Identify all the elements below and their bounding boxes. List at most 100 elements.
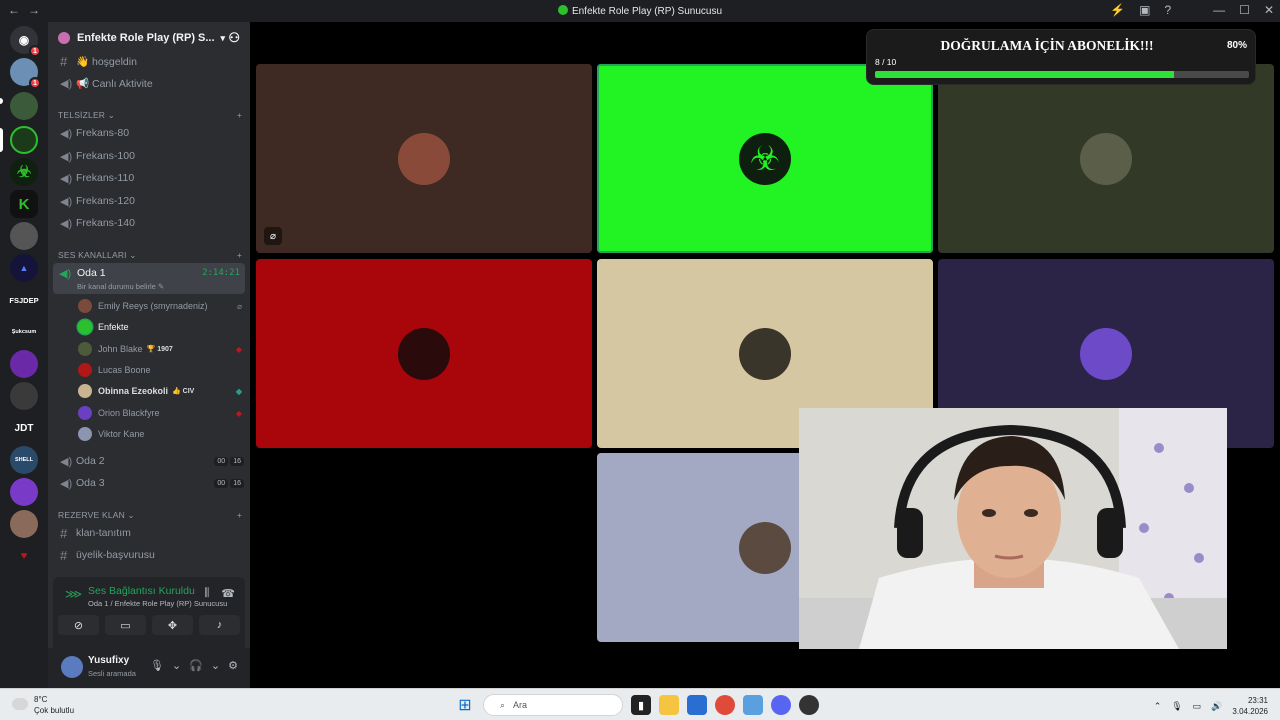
discord-taskbar-icon[interactable] — [771, 695, 791, 715]
temperature: 8°C — [34, 695, 48, 704]
settings-gear-icon[interactable]: ⚙ — [228, 659, 238, 672]
biohazard-server-icon[interactable]: ☣ — [10, 158, 38, 186]
speaker-icon: ◀) — [60, 195, 73, 208]
voice-member[interactable]: Orion Blackfyre ◆ — [78, 403, 242, 423]
app-icon[interactable] — [799, 695, 819, 715]
voice-member[interactable]: Emily Reeys (smyrnadeniz) ⌀ — [78, 296, 242, 316]
inbox-icon[interactable]: ▣ — [1139, 3, 1150, 17]
channel-frekans[interactable]: ◀) Frekans-110 — [54, 168, 244, 188]
voice-member[interactable]: Viktor Kane — [78, 424, 242, 444]
category-rezerve-klan[interactable]: REZERVE KLAN ⌄ + — [58, 510, 242, 521]
server-jdt[interactable]: JDT — [10, 414, 38, 442]
server-icon[interactable]: Şukcsum — [10, 318, 38, 346]
camera-off-button[interactable]: ⊘ — [58, 615, 99, 635]
server-icon[interactable] — [10, 382, 38, 410]
window-title: Enfekte Role Play (RP) Sunucusu — [0, 5, 1280, 17]
hash-icon: # — [60, 525, 68, 541]
home-button[interactable]: ◉ 1 — [10, 26, 41, 57]
clock[interactable]: 23:31 3.04.2026 — [1232, 695, 1268, 717]
windows-start-icon[interactable]: ⊞ — [455, 695, 475, 715]
speaker-icon: ◀) — [60, 172, 73, 185]
microphone-icon[interactable]: 🎙 — [150, 659, 164, 672]
participant-tile[interactable]: ☣ — [597, 64, 933, 253]
server-icon[interactable]: ▲ — [10, 254, 38, 282]
voice-status-subtitle[interactable]: Oda 1 / Enfekte Role Play (RP) Sunucusu — [88, 599, 227, 608]
voice-member[interactable]: Enfekte — [78, 317, 242, 337]
voice-member[interactable]: Lucas Boone — [78, 360, 242, 380]
voice-member[interactable]: Obinna Ezeokoli 👍 CIV ◆ — [78, 381, 242, 401]
channel-klan-tanitim[interactable]: # klan-tanıtım — [54, 523, 244, 543]
chrome-icon[interactable] — [715, 695, 735, 715]
username[interactable]: Yusufixy — [88, 655, 129, 666]
voice-status-title[interactable]: Ses Bağlantısı Kuruldu — [88, 585, 195, 597]
weather-description: Çok bulutlu — [34, 706, 75, 715]
signal-icon[interactable]: ⋙ — [65, 587, 82, 601]
server-enfekte[interactable] — [10, 126, 38, 154]
server-icon[interactable] — [10, 92, 38, 120]
file-explorer-icon[interactable] — [659, 695, 679, 715]
nitro-icon[interactable]: ⚡ — [1110, 3, 1125, 17]
channel-frekans[interactable]: ◀) Frekans-140 — [54, 213, 244, 233]
goal-progress-bar — [875, 71, 1249, 78]
add-member-icon[interactable]: ⚇ — [228, 30, 240, 46]
soundboard-button[interactable]: ♪ — [199, 615, 240, 635]
add-channel-icon[interactable]: + — [237, 250, 242, 261]
task-view-icon[interactable]: ▮ — [631, 695, 651, 715]
activities-button[interactable]: ✥ — [152, 615, 193, 635]
volume-icon[interactable]: 🔊 — [1211, 701, 1222, 712]
participant-tile[interactable] — [938, 64, 1274, 253]
server-header[interactable]: Enfekte Role Play (RP) S... ▾ ⚇ — [48, 22, 250, 54]
status-icon: ◆ — [235, 408, 242, 418]
chevron-up-icon[interactable]: ⌃ — [1154, 701, 1162, 712]
channel-hosgeldin[interactable]: # 👋 hoşgeldin — [54, 51, 244, 71]
disconnect-icon[interactable]: ☎ — [221, 587, 235, 600]
display-icon[interactable]: ▭ — [1193, 701, 1202, 712]
channel-frekans[interactable]: ◀) Frekans-100 — [54, 146, 244, 166]
add-channel-icon[interactable]: + — [237, 110, 242, 121]
participant-avatar — [739, 521, 791, 574]
avatar — [78, 320, 92, 334]
add-channel-icon[interactable]: + — [237, 510, 242, 521]
noise-suppression-icon[interactable]: ⫼ — [204, 587, 209, 600]
server-fsjdep[interactable]: FSJDEP — [9, 286, 38, 314]
server-icon[interactable] — [10, 350, 38, 378]
taskbar: 8°C Çok bulutlu ⊞ ⌕ Ara ▮ ⌃ 🎙 ▭ 🔊 23:31 3… — [0, 688, 1280, 720]
speaker-icon: ◀) — [60, 455, 73, 468]
channel-oda-2[interactable]: ◀) Oda 2 00 16 — [54, 451, 244, 471]
server-icon[interactable] — [10, 478, 38, 506]
server-icon[interactable] — [10, 222, 38, 250]
participant-tile[interactable] — [256, 259, 592, 448]
channel-oda-1[interactable]: ◀) Oda 1 2:14:21 Bir kanal durumu belirl… — [53, 263, 245, 294]
channel-oda-3[interactable]: ◀) Oda 3 00 16 — [54, 473, 244, 493]
category-ses-kanallari[interactable]: SES KANALLARI ⌄ + — [58, 250, 242, 261]
avatar — [78, 406, 92, 420]
participant-tile[interactable]: ⌀ — [256, 64, 592, 253]
chevron-down-icon[interactable]: ⌄ — [172, 659, 181, 672]
channel-canli-aktivite[interactable]: ◀) 📢 Canlı Aktivite — [54, 73, 244, 93]
server-icon[interactable] — [10, 510, 38, 538]
channel-status[interactable]: Bir kanal durumu belirle ✎ — [77, 282, 164, 291]
taskbar-search[interactable]: ⌕ Ara — [483, 694, 623, 716]
channel-frekans[interactable]: ◀) Frekans-120 — [54, 191, 244, 211]
server-icon[interactable]: K — [10, 190, 38, 218]
server-icon[interactable]: 1 — [10, 58, 41, 89]
headphones-icon[interactable]: 🎧 — [189, 659, 203, 672]
close-button[interactable]: ✕ — [1264, 3, 1274, 17]
avatar[interactable] — [61, 656, 83, 678]
help-icon[interactable]: ? — [1164, 3, 1171, 17]
screen-share-button[interactable]: ▭ — [105, 615, 146, 635]
server-icon[interactable]: ♥ — [10, 542, 38, 570]
store-icon[interactable] — [687, 695, 707, 715]
chevron-down-icon[interactable]: ⌄ — [211, 659, 220, 672]
channel-uyelik-basvurusu[interactable]: # üyelik-başvurusu — [54, 545, 244, 565]
status-icon: ◆ — [235, 344, 242, 354]
minimize-button[interactable]: — — [1213, 3, 1225, 17]
server-icon[interactable]: SHELL — [10, 446, 38, 474]
app-icon[interactable] — [743, 695, 763, 715]
microphone-icon[interactable]: 🎙 — [1171, 701, 1182, 712]
voice-member[interactable]: John Blake 🏆 1907 ◆ — [78, 339, 242, 359]
speaker-icon: ◀) — [60, 150, 73, 163]
maximize-button[interactable]: ☐ — [1239, 3, 1250, 17]
channel-frekans[interactable]: ◀) Frekans-80 — [54, 123, 244, 143]
category-telsizler[interactable]: TELSİZLER ⌄ + — [58, 110, 242, 121]
